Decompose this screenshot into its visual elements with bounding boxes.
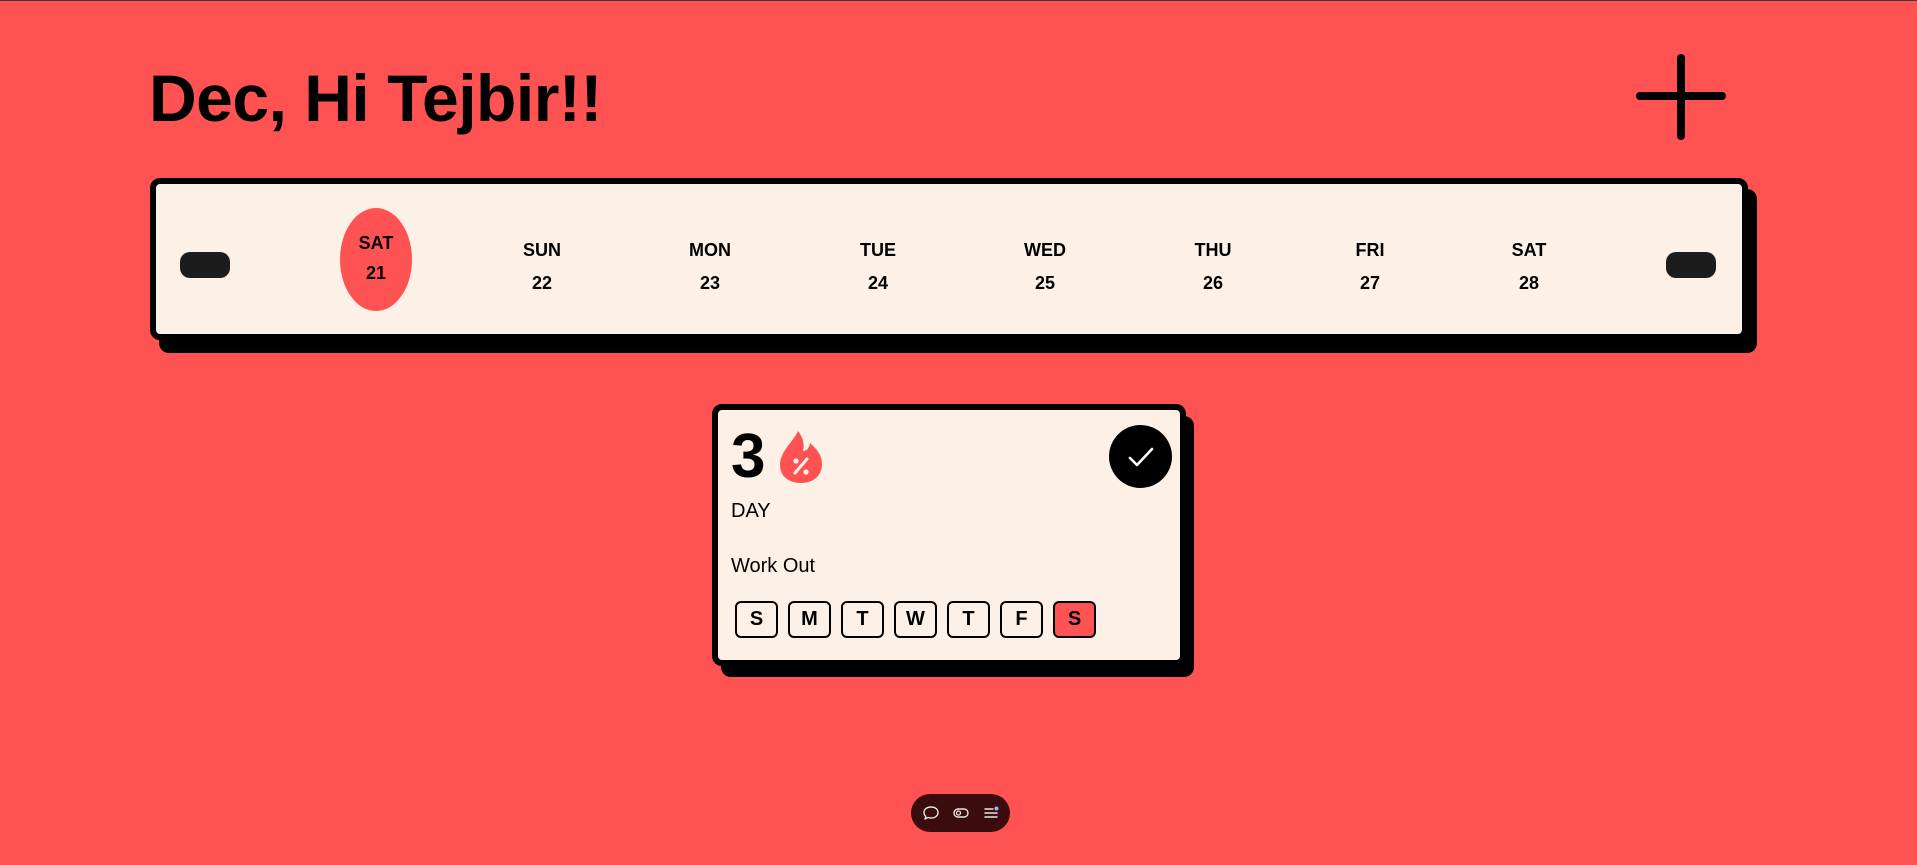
day-name: SUN <box>522 240 561 260</box>
day-name: SAT <box>1511 240 1547 260</box>
day-date: 24 <box>867 273 889 293</box>
weekday-toggle[interactable]: W <box>894 601 937 638</box>
page-title: Dec, Hi Tejbir!! <box>149 61 602 135</box>
mark-done-button[interactable] <box>1109 425 1172 488</box>
streak-unit: DAY <box>731 500 771 522</box>
day-date: 23 <box>699 273 721 293</box>
day-name: SAT <box>358 233 394 253</box>
day-date: 22 <box>531 273 553 293</box>
weekday-toggle[interactable]: S <box>735 601 778 638</box>
day-date: 28 <box>1518 273 1540 293</box>
day-date: 25 <box>1034 273 1056 293</box>
day-date: 26 <box>1202 273 1224 293</box>
weekday-toggle-active[interactable]: S <box>1053 601 1096 638</box>
check-icon <box>1128 447 1153 466</box>
day-name: TUE <box>860 240 896 260</box>
floating-toolbar <box>911 794 1010 832</box>
calendar-day-selected[interactable]: SAT 21 <box>340 208 412 311</box>
streak-count: 3 <box>731 422 766 491</box>
weekday-toggle[interactable]: M <box>788 601 831 638</box>
habit-name: Work Out <box>731 555 816 577</box>
calendar-day[interactable]: TUE 24 <box>833 234 923 300</box>
weekday-tracker: S M T W T F S <box>735 601 1106 638</box>
plus-icon <box>1636 54 1726 140</box>
day-name: MON <box>689 240 731 260</box>
week-calendar: SAT 21 SUN 22 MON 23 TUE 24 WED 25 THU 2… <box>150 178 1748 340</box>
previous-week-button[interactable] <box>180 252 230 278</box>
toggle-icon[interactable] <box>949 801 973 825</box>
add-habit-button[interactable] <box>1636 54 1726 140</box>
day-date: 27 <box>1359 273 1381 293</box>
calendar-day[interactable]: MON 23 <box>665 234 755 300</box>
calendar-day[interactable]: SAT 28 <box>1484 234 1574 300</box>
calendar-day[interactable]: FRI 27 <box>1325 234 1415 300</box>
day-name: FRI <box>1355 240 1385 260</box>
day-name: THU <box>1194 240 1232 260</box>
comment-icon[interactable] <box>919 801 943 825</box>
calendar-day[interactable]: WED 25 <box>1000 234 1090 300</box>
top-border <box>0 0 1917 1</box>
list-icon[interactable] <box>979 801 1003 825</box>
weekday-toggle[interactable]: T <box>947 601 990 638</box>
calendar-day[interactable]: SUN 22 <box>497 234 587 300</box>
flame-percent-icon <box>780 431 822 483</box>
weekday-toggle[interactable]: F <box>1000 601 1043 638</box>
weekday-toggle[interactable]: T <box>841 601 884 638</box>
next-week-button[interactable] <box>1666 252 1716 278</box>
day-date: 21 <box>365 263 387 283</box>
day-name: WED <box>1024 240 1066 260</box>
habit-card[interactable]: 3 DAY Work Out S M T W T F S <box>712 404 1186 666</box>
calendar-day[interactable]: THU 26 <box>1168 234 1258 300</box>
